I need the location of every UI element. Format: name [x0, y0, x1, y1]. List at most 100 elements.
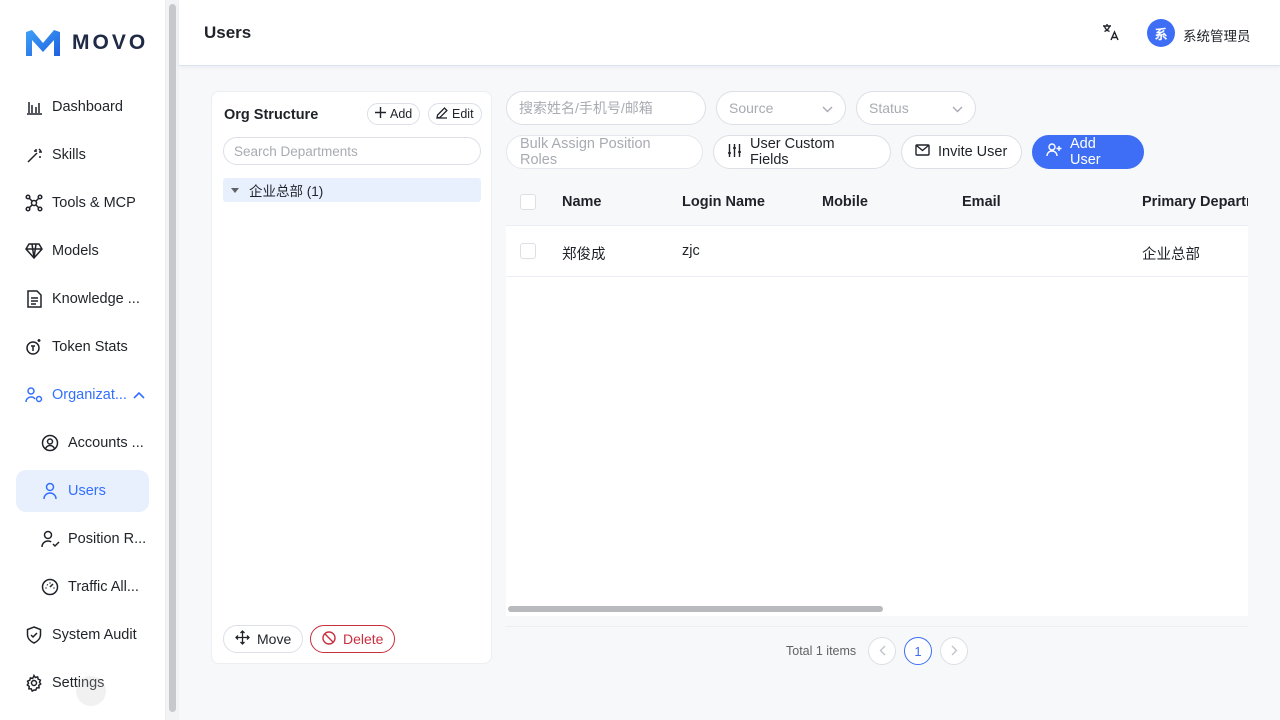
- mail-icon: [915, 144, 930, 160]
- user-custom-fields-button[interactable]: User Custom Fields: [713, 135, 891, 169]
- org-structure-panel: Org Structure Add Edit 企业总部 (1) Move Del…: [211, 91, 492, 664]
- org-icon: [24, 385, 44, 405]
- page-number-button[interactable]: 1: [904, 637, 932, 665]
- sidebar-item-label: System Audit: [52, 627, 137, 643]
- add-user-label: Add User: [1070, 136, 1101, 168]
- department-search-input[interactable]: [223, 137, 481, 165]
- caret-down-icon[interactable]: [231, 187, 239, 193]
- avatar[interactable]: 系: [1147, 19, 1175, 47]
- sidebar-item-accounts[interactable]: Accounts ...: [16, 422, 149, 464]
- user-name[interactable]: 系统管理员: [1183, 25, 1251, 45]
- bar-chart-icon: [24, 97, 44, 117]
- sidebar-scrollbar[interactable]: [169, 4, 176, 712]
- page-title: Users: [204, 23, 252, 42]
- sidebar-item-token-stats[interactable]: Token Stats: [16, 326, 149, 368]
- add-label: Add: [390, 107, 413, 121]
- sidebar-item-knowledge[interactable]: Knowledge ...: [16, 278, 149, 320]
- divider: [506, 626, 1248, 627]
- move-button[interactable]: Move: [223, 625, 304, 653]
- pagination-total: Total 1 items: [786, 644, 857, 658]
- cell-login-name: zjc: [682, 243, 700, 259]
- sidebar-item-system-audit[interactable]: System Audit: [16, 614, 149, 656]
- user-circle-icon: [40, 433, 60, 453]
- user-check-icon: [40, 529, 60, 549]
- sidebar-item-label: Token Stats: [52, 339, 128, 355]
- column-header-email[interactable]: Email: [962, 194, 1001, 210]
- gear-icon: [24, 673, 44, 693]
- sidebar-item-label: Tools & MCP: [52, 195, 136, 211]
- cell-name: 郑俊成: [562, 247, 606, 263]
- table-horizontal-scrollbar[interactable]: [508, 606, 883, 612]
- sidebar-item-label: Traffic All...: [68, 579, 139, 595]
- sidebar-item-tools-mcp[interactable]: Tools & MCP: [16, 182, 149, 224]
- add-department-button[interactable]: Add: [367, 103, 421, 125]
- sidebar-item-skills[interactable]: Skills: [16, 134, 149, 176]
- delete-label: Delete: [343, 631, 384, 647]
- status-select[interactable]: Status: [856, 91, 976, 125]
- source-select[interactable]: Source: [716, 91, 846, 125]
- network-icon: [24, 193, 44, 213]
- sidebar-item-label: Position R...: [68, 531, 147, 547]
- chevron-down-icon: [952, 100, 963, 116]
- sidebar-item-label: Dashboard: [52, 99, 123, 115]
- source-placeholder: Source: [729, 100, 774, 116]
- move-label: Move: [257, 631, 292, 647]
- sidebar-item-label: Skills: [52, 147, 86, 163]
- sidebar-item-label: Knowledge ...: [52, 291, 140, 307]
- sidebar-item-dashboard[interactable]: Dashboard: [16, 86, 149, 128]
- move-icon: [235, 630, 250, 648]
- table-row[interactable]: 郑俊成 zjc 企业总部: [506, 227, 1248, 277]
- chevron-down-icon: [822, 100, 833, 116]
- chevron-left-icon: [879, 644, 886, 659]
- bulk-assign-position-roles-button[interactable]: Bulk Assign Position Roles: [506, 135, 703, 169]
- user-plus-icon: [1046, 143, 1062, 161]
- users-table: Name Login Name Mobile Email Primary Dep…: [506, 179, 1248, 616]
- sidebar-item-position-roles[interactable]: Position R...: [16, 518, 149, 560]
- column-header-login-name[interactable]: Login Name: [682, 194, 765, 210]
- top-header: Users 系 系统管理员: [179, 0, 1280, 66]
- movo-logo-icon: [26, 30, 60, 56]
- sliders-icon: [727, 143, 742, 162]
- status-placeholder: Status: [869, 100, 909, 116]
- translate-icon[interactable]: [1101, 22, 1121, 42]
- add-user-button[interactable]: Add User: [1032, 135, 1144, 169]
- sidebar-item-traffic[interactable]: Traffic All...: [16, 566, 149, 608]
- prev-page-button[interactable]: [868, 637, 896, 665]
- column-header-primary-department[interactable]: Primary Departm: [1142, 194, 1248, 210]
- magic-wand-icon: [24, 145, 44, 165]
- next-page-button[interactable]: [940, 637, 968, 665]
- custom-fields-label: User Custom Fields: [750, 136, 835, 168]
- sidebar-item-models[interactable]: Models: [16, 230, 149, 272]
- shield-icon: [24, 625, 44, 645]
- column-header-mobile[interactable]: Mobile: [822, 194, 868, 210]
- org-structure-title: Org Structure: [224, 107, 319, 123]
- tree-node-label: 企业总部 (1): [249, 184, 324, 199]
- sidebar-item-label: Accounts ...: [68, 435, 144, 451]
- gauge-icon: [40, 577, 60, 597]
- chevron-right-icon: [951, 644, 958, 659]
- edit-label: Edit: [452, 107, 474, 121]
- edit-department-button[interactable]: Edit: [428, 103, 482, 125]
- column-header-name[interactable]: Name: [562, 194, 602, 210]
- cell-primary-department: 企业总部: [1142, 247, 1200, 263]
- sidebar-item-users[interactable]: Users: [16, 470, 149, 512]
- user-search-input[interactable]: [506, 91, 706, 125]
- logo-text: MOVO: [72, 31, 149, 54]
- document-icon: [24, 289, 44, 309]
- ban-icon: [322, 630, 336, 648]
- sidebar-item-label: Models: [52, 243, 99, 259]
- sidebar-item-organization[interactable]: Organizat...: [16, 374, 149, 416]
- token-icon: [24, 337, 44, 357]
- sidebar-item-label: Organizat...: [52, 387, 127, 403]
- tree-node-root[interactable]: 企业总部 (1): [223, 178, 481, 202]
- invite-user-button[interactable]: Invite User: [901, 135, 1022, 169]
- user-icon: [40, 481, 60, 501]
- diamond-icon: [24, 241, 44, 261]
- logo[interactable]: MOVO: [24, 28, 148, 58]
- floating-assist-button[interactable]: [76, 676, 106, 706]
- chevron-up-icon: [133, 387, 145, 403]
- delete-button[interactable]: Delete: [310, 625, 396, 653]
- select-all-checkbox[interactable]: [520, 194, 536, 210]
- row-checkbox[interactable]: [520, 243, 536, 259]
- table-header: Name Login Name Mobile Email Primary Dep…: [506, 179, 1248, 226]
